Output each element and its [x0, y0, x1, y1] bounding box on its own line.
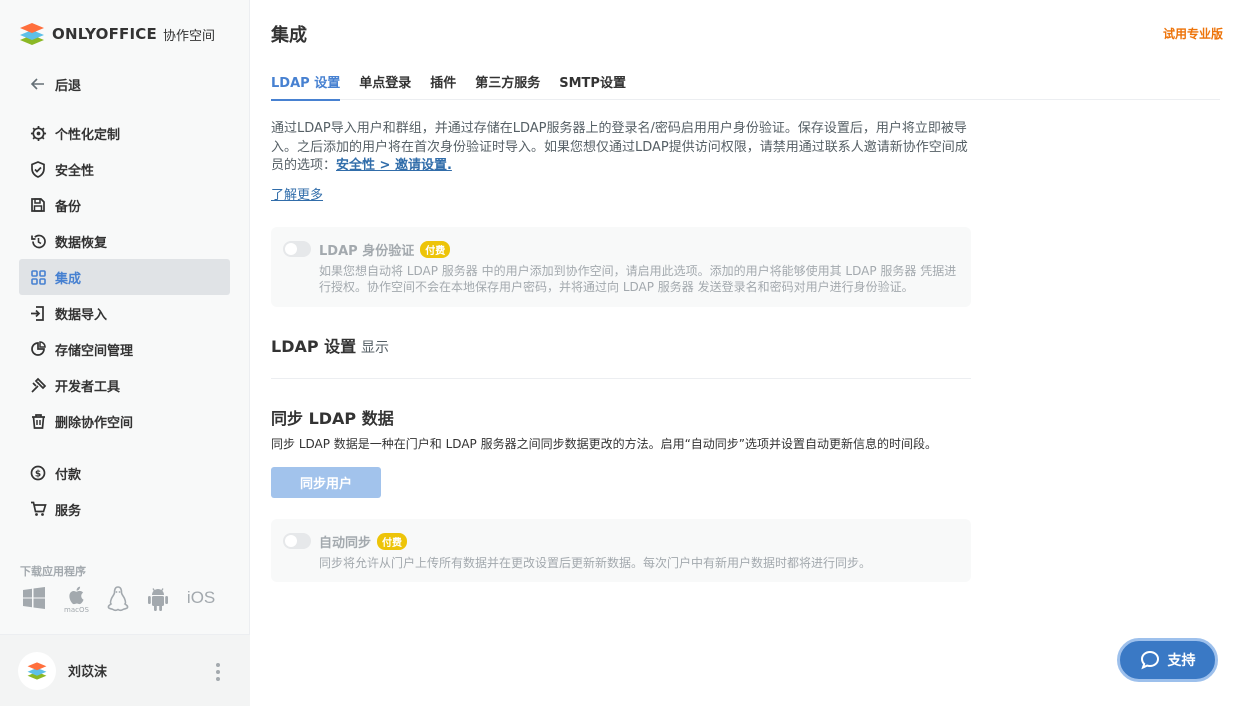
- sync-ldap-description: 同步 LDAP 数据是一种在门户和 LDAP 服务器之间同步数据更改的方法。启用…: [271, 437, 938, 451]
- macos-app-link[interactable]: macOS: [64, 586, 89, 614]
- sidebar-item-label: 数据恢复: [55, 235, 108, 251]
- sidebar-item-delete-space[interactable]: 删除协作空间: [19, 403, 230, 439]
- sidebar-item-storage[interactable]: 存储空间管理: [19, 331, 230, 367]
- sync-users-button[interactable]: 同步用户: [271, 467, 381, 498]
- divider: [271, 378, 971, 379]
- onlyoffice-logo-icon: [20, 23, 44, 45]
- auto-sync-toggle[interactable]: [283, 533, 311, 549]
- ldap-auth-title-text: LDAP 身份验证: [319, 244, 415, 259]
- brand-name: ONLYOFFICE: [52, 25, 157, 43]
- show-ldap-settings-link[interactable]: 显示: [361, 337, 389, 357]
- chat-bubble-icon: [1140, 650, 1159, 670]
- floppy-icon: [29, 196, 47, 214]
- sidebar-item-label: 备份: [55, 199, 82, 215]
- sidebar-item-label: 付款: [55, 467, 82, 483]
- logo[interactable]: ONLYOFFICE 协作空间: [18, 20, 215, 48]
- sidebar-item-services[interactable]: 服务: [19, 491, 230, 527]
- linux-app-link[interactable]: [107, 586, 129, 614]
- windows-icon: [23, 587, 45, 609]
- ldap-auth-description: 如果您想自动将 LDAP 服务器 中的用户添加到协作空间，请启用此选项。添加的用…: [319, 264, 957, 294]
- ldap-auth-card: LDAP 身份验证 付费 如果您想自动将 LDAP 服务器 中的用户添加到协作空…: [271, 227, 971, 307]
- sidebar-item-label: 服务: [55, 503, 82, 519]
- pie-icon: [29, 340, 47, 358]
- sidebar-item-label: 存储空间管理: [55, 343, 134, 359]
- windows-app-link[interactable]: [22, 586, 46, 614]
- tab-ldap-settings[interactable]: LDAP 设置: [271, 72, 341, 101]
- ldap-description: 通过LDAP导入用户和群组，并通过存储在LDAP服务器上的登录名/密码启用用户身…: [271, 120, 971, 176]
- download-apps-label: 下载应用程序: [20, 565, 86, 578]
- ios-label: iOS: [186, 588, 216, 607]
- import-icon: [29, 304, 47, 322]
- back-button[interactable]: 后退: [19, 66, 230, 102]
- onlyoffice-logo-icon: [27, 661, 47, 680]
- tab-third-party[interactable]: 第三方服务: [475, 72, 540, 100]
- brand-sub: 协作空间: [162, 28, 215, 44]
- restore-icon: [29, 232, 47, 250]
- cart-icon: [29, 500, 47, 518]
- sidebar-item-security[interactable]: 安全性: [19, 151, 230, 187]
- sidebar-item-label: 安全性: [55, 163, 95, 179]
- tab-sso[interactable]: 单点登录: [359, 72, 411, 100]
- user-name: 刘苡沫: [68, 665, 108, 680]
- grid-icon: [29, 268, 47, 286]
- auto-sync-title-text: 自动同步: [319, 536, 372, 551]
- sidebar-item-label: 数据导入: [55, 307, 108, 323]
- profile-bar: 刘苡沫: [0, 634, 250, 706]
- paid-badge: 付费: [420, 241, 451, 258]
- sidebar-item-data-import[interactable]: 数据导入: [19, 295, 230, 331]
- android-icon: [147, 588, 168, 611]
- sidebar-item-label: 集成: [55, 271, 82, 287]
- auto-sync-card: 自动同步 付费 同步将允许从门户上传所有数据并在更改设置后更新新数据。每次门户中…: [271, 519, 971, 582]
- sidebar-item-developer-tools[interactable]: 开发者工具: [19, 367, 230, 403]
- support-button[interactable]: 支持: [1117, 638, 1218, 682]
- trash-icon: [29, 412, 47, 430]
- coin-icon: $: [29, 464, 47, 482]
- tabs: LDAP 设置 单点登录 插件 第三方服务 SMTP设置: [271, 72, 1220, 101]
- ios-app-link[interactable]: iOS: [187, 586, 215, 614]
- back-label: 后退: [55, 78, 82, 94]
- arrow-left-icon: [29, 75, 47, 93]
- ldap-auth-title: LDAP 身份验证 付费: [319, 240, 451, 259]
- sidebar-item-integration[interactable]: 集成: [19, 259, 230, 295]
- ldap-settings-title: LDAP 设置: [271, 337, 357, 356]
- shield-icon: [29, 160, 47, 178]
- macos-label: macOS: [64, 606, 89, 614]
- sidebar-item-restore[interactable]: 数据恢复: [19, 223, 230, 259]
- sidebar-item-backup[interactable]: 备份: [19, 187, 230, 223]
- sidebar-item-label: 删除协作空间: [55, 415, 134, 431]
- svg-text:$: $: [35, 470, 41, 480]
- sync-ldap-title: 同步 LDAP 数据: [271, 409, 394, 428]
- android-app-link[interactable]: [147, 586, 169, 614]
- security-invite-link[interactable]: 安全性 > 邀请设置.: [336, 158, 452, 173]
- page-title: 集成: [271, 25, 307, 46]
- gear-icon: [29, 124, 47, 142]
- learn-more-link[interactable]: 了解更多: [271, 184, 323, 203]
- download-apps: macOS iOS: [22, 586, 233, 614]
- sidebar-item-payments[interactable]: $ 付款: [19, 455, 230, 491]
- sidebar: ONLYOFFICE 协作空间 后退 个性化定制 安全性 备份 数据恢复 集成 …: [0, 0, 250, 706]
- tools-icon: [29, 376, 47, 394]
- sidebar-item-customization[interactable]: 个性化定制: [19, 115, 230, 151]
- ldap-auth-toggle[interactable]: [283, 241, 311, 257]
- trial-pro-link[interactable]: 试用专业版: [1163, 25, 1223, 42]
- auto-sync-title: 自动同步 付费: [319, 532, 408, 551]
- more-options-icon[interactable]: [216, 663, 220, 681]
- tab-smtp[interactable]: SMTP设置: [559, 72, 626, 100]
- auto-sync-description: 同步将允许从门户上传所有数据并在更改设置后更新新数据。每次门户中有新用户数据时都…: [319, 556, 872, 570]
- sidebar-item-label: 开发者工具: [55, 379, 121, 395]
- apple-icon: [69, 586, 85, 605]
- paid-badge: 付费: [377, 533, 408, 550]
- tab-plugins[interactable]: 插件: [430, 72, 456, 100]
- avatar[interactable]: [18, 651, 56, 690]
- support-label: 支持: [1167, 653, 1196, 669]
- sidebar-item-label: 个性化定制: [55, 127, 121, 143]
- linux-icon: [107, 586, 129, 612]
